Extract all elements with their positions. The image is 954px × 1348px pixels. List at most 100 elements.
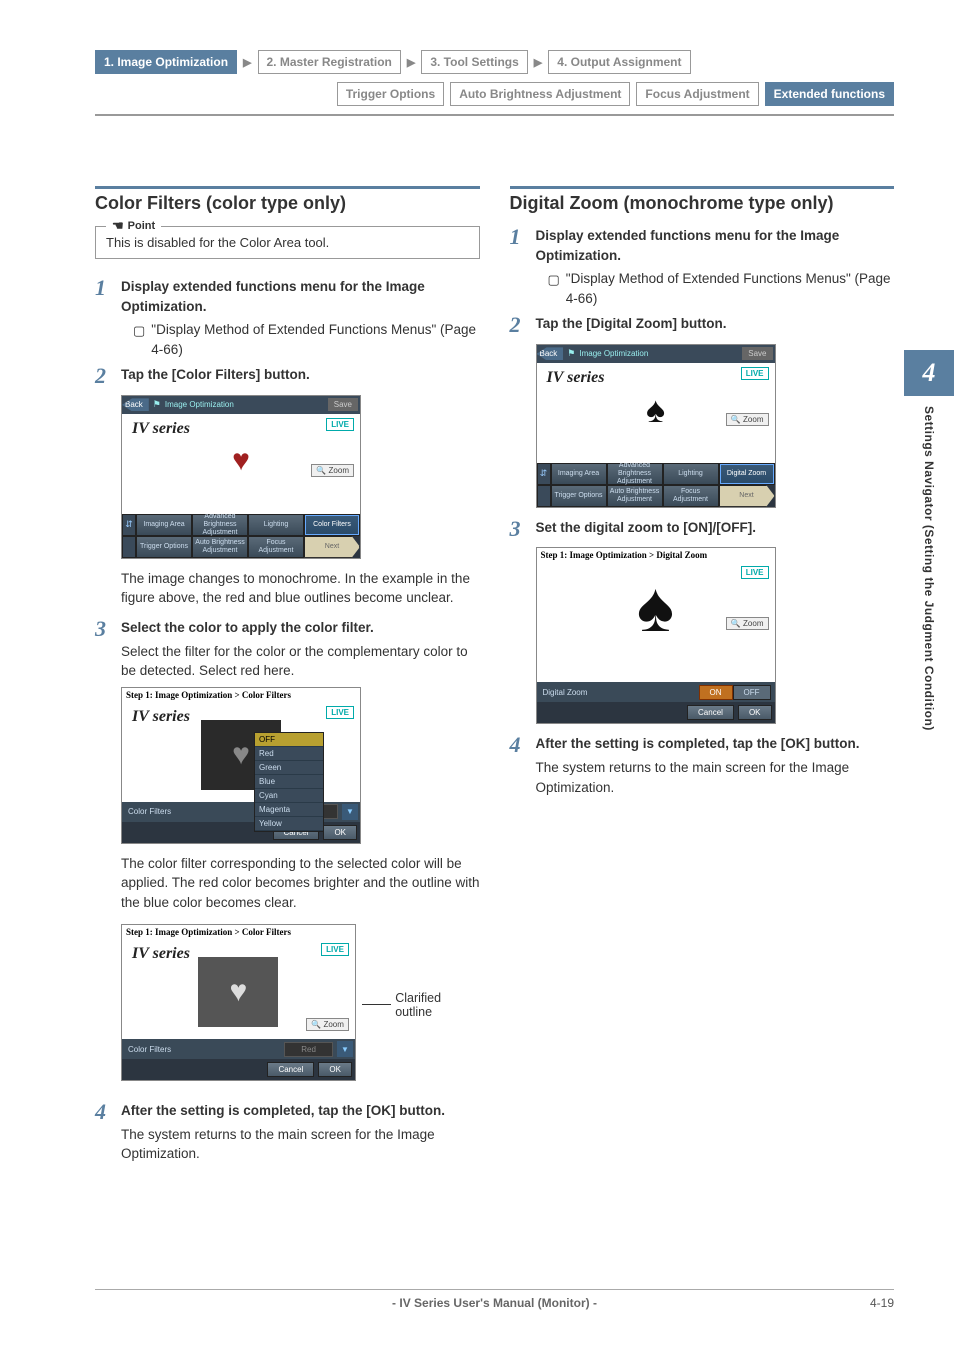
screen-breadcrumb: Step 1: Image Optimization > Color Filte… bbox=[122, 688, 360, 702]
off-toggle[interactable]: OFF bbox=[733, 685, 771, 700]
selected-value[interactable]: Red bbox=[284, 1042, 333, 1057]
live-badge: LIVE bbox=[741, 367, 769, 380]
focus-adjust-button[interactable]: Focus Adjustment bbox=[663, 485, 719, 507]
step2-desc: The image changes to monochrome. In the … bbox=[121, 569, 480, 608]
col-digital-zoom: Digital Zoom (monochrome type only) 1 Di… bbox=[510, 186, 895, 1170]
tab-auto-brightness[interactable]: Auto Brightness Adjustment bbox=[450, 82, 630, 106]
save-button[interactable]: Save bbox=[328, 398, 358, 411]
point-label: ☚ Point bbox=[106, 218, 161, 234]
divider bbox=[95, 114, 894, 116]
spacer bbox=[122, 536, 136, 558]
footer-manual-title: - IV Series User's Manual (Monitor) - bbox=[392, 1296, 597, 1310]
opt-cyan[interactable]: Cyan bbox=[255, 789, 323, 803]
ok-button[interactable]: OK bbox=[323, 825, 357, 840]
step-number-2: 2 bbox=[510, 314, 526, 338]
section-title-color-filters: Color Filters (color type only) bbox=[95, 186, 480, 214]
dz-step4-desc: The system returns to the main screen fo… bbox=[536, 758, 895, 797]
zoom-button[interactable]: 🔍 Zoom bbox=[726, 413, 769, 426]
screenshot-color-filter-select: Step 1: Image Optimization > Color Filte… bbox=[121, 687, 361, 844]
trigger-options-button[interactable]: Trigger Options bbox=[136, 536, 192, 558]
tab-trigger-options[interactable]: Trigger Options bbox=[337, 82, 444, 106]
digital-zoom-label: Digital Zoom bbox=[537, 688, 699, 697]
live-badge: LIVE bbox=[326, 706, 354, 719]
flag-icon: ⚑ bbox=[153, 399, 161, 410]
adv-brightness-button[interactable]: Advanced Brightness Adjustment bbox=[607, 463, 663, 485]
live-badge: LIVE bbox=[321, 943, 349, 956]
live-badge: LIVE bbox=[326, 418, 354, 431]
book-icon: ▢ bbox=[548, 271, 560, 290]
screen-title: Image Optimization bbox=[579, 349, 742, 358]
opt-red[interactable]: Red bbox=[255, 747, 323, 761]
step3-result: The color filter corresponding to the se… bbox=[121, 854, 480, 913]
back-button[interactable]: Back bbox=[122, 398, 149, 411]
trigger-options-button[interactable]: Trigger Options bbox=[551, 485, 607, 507]
live-badge: LIVE bbox=[741, 566, 769, 579]
breadcrumb-nav: 1. Image Optimization ▶ 2. Master Regist… bbox=[95, 50, 894, 74]
expand-handle[interactable]: ⇵ bbox=[122, 514, 136, 536]
focus-adjust-button[interactable]: Focus Adjustment bbox=[248, 536, 304, 558]
ok-button[interactable]: OK bbox=[318, 1062, 352, 1077]
lighting-button[interactable]: Lighting bbox=[663, 463, 719, 485]
opt-yellow[interactable]: Yellow bbox=[255, 817, 323, 831]
screen-breadcrumb: Step 1: Image Optimization > Digital Zoo… bbox=[537, 548, 775, 562]
color-dropdown[interactable]: OFF Red Green Blue Cyan Magenta Yellow bbox=[254, 732, 324, 832]
zoom-button[interactable]: 🔍 Zoom bbox=[311, 464, 354, 477]
next-button[interactable]: Next bbox=[304, 536, 360, 558]
step1-lead: Display extended functions menu for the … bbox=[121, 277, 480, 316]
chapter-title-vertical: Settings Navigator (Setting the Judgment… bbox=[922, 396, 936, 731]
cancel-button[interactable]: Cancel bbox=[687, 705, 734, 720]
chapter-side-tab: 4 Settings Navigator (Setting the Judgme… bbox=[904, 350, 954, 731]
ok-button[interactable]: OK bbox=[738, 705, 772, 720]
section-title-digital-zoom: Digital Zoom (monochrome type only) bbox=[510, 186, 895, 214]
dropdown-arrow-icon[interactable]: ▼ bbox=[337, 1041, 353, 1057]
opt-magenta[interactable]: Magenta bbox=[255, 803, 323, 817]
auto-brightness-button[interactable]: Auto Brightness Adjustment bbox=[192, 536, 248, 558]
lighting-button[interactable]: Lighting bbox=[248, 514, 304, 536]
crumb-image-opt[interactable]: 1. Image Optimization bbox=[95, 50, 237, 74]
imaging-area-button[interactable]: Imaging Area bbox=[551, 463, 607, 485]
chevron-right-icon: ▶ bbox=[243, 56, 251, 69]
crumb-output-assign[interactable]: 4. Output Assignment bbox=[548, 50, 690, 74]
spade-icon: ♠ bbox=[646, 389, 665, 431]
back-button[interactable]: Back bbox=[537, 347, 564, 360]
digital-zoom-button[interactable]: Digital Zoom bbox=[719, 463, 775, 485]
step-number-2: 2 bbox=[95, 365, 111, 389]
expand-handle[interactable]: ⇵ bbox=[537, 463, 551, 485]
step4-desc: The system returns to the main screen fo… bbox=[121, 1125, 480, 1164]
crumb-master-reg[interactable]: 2. Master Registration bbox=[258, 50, 401, 74]
screenshot-digital-zoom-main: Back ⚑ Image Optimization Save IV series… bbox=[536, 344, 776, 508]
tab-focus-adjust[interactable]: Focus Adjustment bbox=[636, 82, 758, 106]
chevron-right-icon: ▶ bbox=[407, 56, 415, 69]
next-button[interactable]: Next bbox=[719, 485, 775, 507]
step-number-3: 3 bbox=[510, 518, 526, 542]
page-number: 4-19 bbox=[870, 1296, 894, 1310]
step1-ref: "Display Method of Extended Functions Me… bbox=[151, 320, 479, 359]
cancel-button[interactable]: Cancel bbox=[267, 1062, 314, 1077]
color-filters-button[interactable]: Color Filters bbox=[304, 514, 360, 536]
on-toggle[interactable]: ON bbox=[699, 685, 733, 700]
step-number-1: 1 bbox=[95, 277, 111, 359]
point-callout: ☚ Point This is disabled for the Color A… bbox=[95, 226, 480, 259]
step2-lead: Tap the [Color Filters] button. bbox=[121, 365, 480, 385]
screenshot-color-filters-main: Back ⚑ Image Optimization Save IV series… bbox=[121, 395, 361, 559]
opt-off[interactable]: OFF bbox=[255, 733, 323, 747]
opt-blue[interactable]: Blue bbox=[255, 775, 323, 789]
auto-brightness-button[interactable]: Auto Brightness Adjustment bbox=[607, 485, 663, 507]
adv-brightness-button[interactable]: Advanced Brightness Adjustment bbox=[192, 514, 248, 536]
zoom-button[interactable]: 🔍 Zoom bbox=[726, 617, 769, 630]
heart-icon: ♥ bbox=[232, 444, 250, 478]
point-label-text: Point bbox=[128, 220, 156, 232]
col-color-filters: Color Filters (color type only) ☚ Point … bbox=[95, 186, 480, 1170]
zoom-button[interactable]: 🔍 Zoom bbox=[306, 1018, 349, 1031]
dropdown-arrow-icon[interactable]: ▼ bbox=[342, 804, 358, 820]
save-button[interactable]: Save bbox=[742, 347, 772, 360]
flag-icon: ⚑ bbox=[567, 348, 575, 359]
page-footer: - IV Series User's Manual (Monitor) - 4-… bbox=[95, 1289, 894, 1310]
tab-extended-functions[interactable]: Extended functions bbox=[765, 82, 894, 106]
point-text: This is disabled for the Color Area tool… bbox=[106, 235, 329, 250]
dz-step1-lead: Display extended functions menu for the … bbox=[536, 226, 895, 265]
opt-green[interactable]: Green bbox=[255, 761, 323, 775]
crumb-tool-settings[interactable]: 3. Tool Settings bbox=[421, 50, 527, 74]
imaging-area-button[interactable]: Imaging Area bbox=[136, 514, 192, 536]
preview-image: ♥ bbox=[198, 957, 278, 1027]
